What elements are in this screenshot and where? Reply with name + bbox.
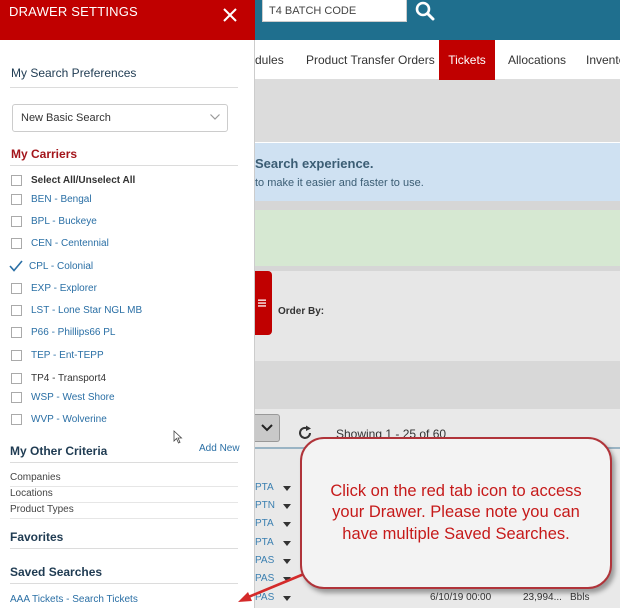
order-by-label: Order By:	[278, 306, 325, 317]
divider	[10, 87, 238, 88]
search-preference-select[interactable]: New Basic Search	[12, 104, 228, 132]
carrier-label: BPL - Buckeye	[31, 215, 97, 227]
tab-product-transfer-orders[interactable]: Product Transfer Orders	[306, 40, 435, 80]
row-menu-caret[interactable]	[283, 504, 291, 509]
ticket-date: 6/10/19 00:00	[430, 592, 492, 603]
ticket-code: PAS	[255, 555, 275, 566]
carrier-item[interactable]: CEN - Centennial	[11, 235, 109, 251]
callout-arrow	[238, 572, 305, 602]
divider	[10, 462, 238, 463]
carrier-label: LST - Lone Star NGL MB	[31, 304, 143, 316]
tab-modules[interactable]: dules	[255, 40, 284, 80]
saved-searches-title[interactable]: Saved Searches	[10, 565, 102, 579]
banner-background	[255, 80, 620, 142]
checkbox[interactable]	[11, 326, 22, 338]
add-new-criteria-link[interactable]: Add New	[199, 443, 240, 454]
checkbox[interactable]	[11, 215, 22, 227]
settings-drawer: DRAWER SETTINGS My Search Preferences Ne…	[0, 0, 255, 608]
divider	[10, 548, 238, 549]
success-banner	[255, 210, 620, 266]
tab-inventory[interactable]: Invento	[586, 40, 620, 80]
chevron-down-icon	[261, 424, 273, 432]
tab-tickets[interactable]: Tickets	[439, 40, 495, 80]
carrier-label: EXP - Explorer	[31, 282, 97, 294]
mouse-cursor-icon	[173, 430, 183, 444]
spacer	[255, 361, 620, 409]
info-banner-subtitle: to make it easier and faster to use.	[255, 177, 424, 189]
criteria-item-product-types[interactable]: Product Types	[10, 504, 238, 519]
carrier-item[interactable]: CPL - Colonial	[9, 258, 94, 274]
carriers-title: My Carriers	[11, 147, 78, 161]
info-banner	[255, 143, 620, 201]
divider	[10, 583, 238, 584]
carrier-label: TP4 - Transport4	[31, 372, 107, 384]
checkbox[interactable]	[11, 391, 22, 403]
tab-allocations[interactable]: Allocations	[508, 40, 566, 80]
ticket-code: PTA	[255, 537, 274, 548]
main-nav: dules Product Transfer Orders Tickets Al…	[255, 40, 620, 80]
carrier-label: WVP - Wolverine	[31, 413, 107, 425]
ticket-code: PTN	[255, 500, 275, 511]
checkbox[interactable]	[11, 372, 22, 384]
drawer-header: DRAWER SETTINGS	[0, 0, 255, 40]
carrier-label: CEN - Centennial	[31, 237, 109, 249]
carrier-label: P66 - Phillips66 PL	[31, 326, 116, 338]
criteria-item-companies[interactable]: Companies	[10, 472, 238, 487]
select-all-label: Select All/Unselect All	[31, 174, 136, 186]
carrier-item[interactable]: TP4 - Transport4	[11, 370, 106, 386]
favorites-title[interactable]: Favorites	[10, 530, 63, 544]
drawer-title: DRAWER SETTINGS	[9, 4, 138, 19]
select-all-checkbox[interactable]: Select All/Unselect All	[11, 172, 135, 188]
carrier-item[interactable]: WSP - West Shore	[11, 389, 115, 405]
checkbox[interactable]	[11, 349, 22, 361]
row-menu-caret[interactable]	[283, 486, 291, 491]
carrier-item[interactable]: P66 - Phillips66 PL	[11, 324, 116, 340]
row-menu-caret[interactable]	[283, 559, 291, 564]
checkbox[interactable]	[11, 174, 22, 186]
carrier-item[interactable]: LST - Lone Star NGL MB	[11, 302, 142, 318]
checkbox[interactable]	[11, 237, 22, 249]
other-criteria-title: My Other Criteria	[10, 444, 108, 458]
carrier-item[interactable]: BPL - Buckeye	[11, 213, 97, 229]
search-icon	[415, 1, 435, 21]
row-menu-caret[interactable]	[283, 522, 291, 527]
row-menu-caret[interactable]	[283, 541, 291, 546]
ticket-code: PTA	[255, 518, 274, 529]
divider	[10, 165, 238, 166]
saved-search-item[interactable]: AAA Tickets - Search Tickets	[10, 594, 138, 605]
ticket-code: PTA	[255, 482, 274, 493]
checkbox[interactable]	[11, 282, 22, 294]
search-preference-value: New Basic Search	[21, 112, 111, 124]
info-banner-title: Search experience.	[255, 156, 374, 171]
carrier-item[interactable]: EXP - Explorer	[11, 280, 97, 296]
search-preferences-title: My Search Preferences	[11, 66, 137, 80]
carrier-label: TEP - Ent-TEPP	[31, 349, 104, 361]
batch-code-input[interactable]	[262, 0, 407, 22]
checkbox[interactable]	[11, 304, 22, 316]
carrier-label: WSP - West Shore	[31, 391, 115, 403]
checkbox[interactable]	[11, 193, 22, 205]
close-icon[interactable]	[220, 5, 240, 25]
checkbox[interactable]	[11, 413, 22, 425]
search-button[interactable]	[412, 0, 438, 22]
carrier-item[interactable]: WVP - Wolverine	[11, 411, 107, 427]
ticket-volume: 23,994...	[523, 592, 562, 603]
page-size-dropdown[interactable]	[255, 414, 280, 442]
callout-text: Click on the red tab icon to access your…	[330, 482, 582, 543]
tutorial-callout: Click on the red tab icon to access your…	[300, 437, 612, 589]
ticket-unit: Bbls	[570, 592, 590, 603]
hamburger-icon	[258, 299, 266, 307]
checkmark-icon[interactable]	[9, 260, 23, 272]
spacer	[255, 201, 620, 210]
criteria-item-locations[interactable]: Locations	[10, 488, 238, 503]
carrier-item[interactable]: BEN - Bengal	[11, 191, 92, 207]
drawer-tab-button[interactable]	[252, 271, 272, 335]
carrier-label: CPL - Colonial	[29, 260, 94, 272]
carrier-label: BEN - Bengal	[31, 193, 92, 205]
carrier-item[interactable]: TEP - Ent-TEPP	[11, 347, 104, 363]
chevron-down-icon	[210, 114, 220, 120]
